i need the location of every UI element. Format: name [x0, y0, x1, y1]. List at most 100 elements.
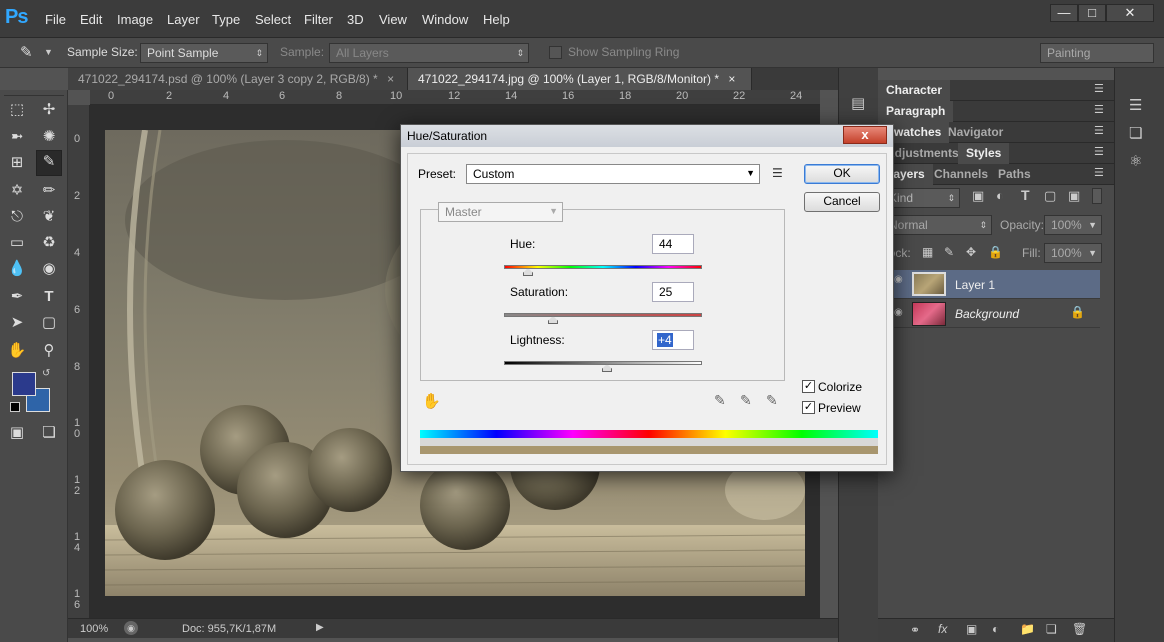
workspace-select[interactable]: Painting [1040, 43, 1154, 63]
toolbox-grip[interactable] [4, 90, 64, 96]
eyedropper-plus-icon[interactable]: ✎ [740, 392, 752, 409]
lightness-slider-track[interactable] [504, 361, 702, 365]
marquee-icon[interactable]: ⬚ [6, 99, 28, 121]
quick-mask-icon[interactable]: ▣ [6, 422, 28, 444]
magic-wand-icon[interactable]: ✺ [38, 126, 60, 148]
close-icon[interactable]: × [728, 72, 735, 86]
maximize-button[interactable]: □ [1078, 4, 1106, 22]
eyedropper-icon[interactable]: ✎ [20, 43, 33, 61]
sampling-ring-checkbox[interactable] [549, 46, 562, 59]
hand-icon[interactable]: ✋ [6, 340, 28, 362]
sample-select[interactable]: All Layers ⇕ [329, 43, 529, 63]
eyedropper-icon[interactable]: ✎ [714, 392, 726, 409]
menu-layer[interactable]: Layer [167, 12, 200, 27]
close-icon[interactable]: × [387, 72, 394, 86]
panel-menu-icon[interactable]: ☰ [1094, 124, 1104, 137]
filter-type-icon[interactable]: T [1021, 187, 1030, 203]
zoom-icon[interactable]: ⚲ [38, 340, 60, 362]
pen-icon[interactable]: ✒ [6, 286, 28, 308]
lock-position-icon[interactable]: ✥ [966, 245, 976, 259]
menu-help[interactable]: Help [483, 12, 510, 27]
add-mask-icon[interactable]: ▣ [966, 622, 977, 636]
lock-transparent-icon[interactable]: ▦ [922, 245, 933, 259]
preset-options-icon[interactable]: ☰ [772, 166, 783, 180]
eyedropper-minus-icon[interactable]: ✎ [766, 392, 778, 409]
new-layer-icon[interactable]: ❏ [1046, 622, 1057, 636]
lasso-icon[interactable]: ➼ [6, 126, 28, 148]
cancel-button[interactable]: Cancel [804, 192, 880, 212]
menu-filter[interactable]: Filter [304, 12, 333, 27]
trash-icon[interactable]: 🗑 [1072, 622, 1087, 636]
panel-menu-icon[interactable]: ☰ [1094, 166, 1104, 179]
adjust-sliders-icon[interactable]: ☰ [1129, 96, 1142, 114]
fill-field[interactable]: 100% ▼ [1044, 243, 1102, 263]
tab-navigator[interactable]: Navigator [940, 122, 1011, 143]
preset-select[interactable]: Custom ▼ [466, 164, 760, 184]
saturation-field[interactable]: 25 [652, 282, 694, 302]
tab-psd[interactable]: 471022_294174.psd @ 100% (Layer 3 copy 2… [68, 68, 408, 90]
link-layers-icon[interactable]: ⚭ [910, 623, 920, 637]
type-icon[interactable]: T [38, 286, 60, 308]
blend-mode-select[interactable]: Normal ⇕ [882, 215, 992, 235]
dodge-icon[interactable]: ◉ [38, 258, 60, 280]
lightness-field[interactable]: +4 [652, 330, 694, 350]
filter-adjustment-icon[interactable]: ◐ [996, 188, 1004, 203]
panel-menu-icon[interactable]: ☰ [1094, 82, 1104, 95]
menu-select[interactable]: Select [255, 12, 291, 27]
history-panel-icon[interactable]: ▤ [851, 94, 865, 112]
colorize-checkbox[interactable]: ✓ [802, 380, 815, 393]
tab-styles[interactable]: Styles [958, 143, 1010, 164]
menu-view[interactable]: View [379, 12, 407, 27]
tab-channels[interactable]: Channels [926, 164, 996, 185]
visibility-icon[interactable]: ◉ [894, 274, 903, 285]
opacity-field[interactable]: 100% ▼ [1044, 215, 1102, 235]
minimize-button[interactable]: — [1050, 4, 1078, 22]
move-icon[interactable]: ✢ [38, 99, 60, 121]
healing-icon[interactable]: ✡ [6, 180, 28, 202]
path-select-icon[interactable]: ➤ [6, 312, 28, 334]
dialog-close-button[interactable]: x [843, 126, 887, 144]
fx-icon[interactable]: fx [938, 622, 947, 636]
filter-shape-icon[interactable]: ▢ [1044, 188, 1056, 204]
screen-mode-icon[interactable]: ❏ [38, 422, 60, 444]
chevron-down-icon[interactable]: ▼ [44, 47, 53, 57]
tab-paragraph[interactable]: Paragraph [878, 101, 954, 122]
default-colors-icon[interactable] [10, 402, 20, 412]
new-group-icon[interactable]: 📁 [1020, 622, 1035, 636]
eraser-icon[interactable]: ▭ [6, 232, 28, 254]
blur-icon[interactable]: 💧 [6, 258, 28, 280]
menu-edit[interactable]: Edit [80, 12, 102, 27]
on-image-adjust-icon[interactable]: ✋ [422, 392, 441, 410]
eyedropper-tool-icon[interactable]: ✎ [36, 150, 62, 176]
panel-menu-icon[interactable]: ☰ [1094, 145, 1104, 158]
zoom-level[interactable]: 100% [80, 623, 108, 635]
layer-row-layer1[interactable]: ◉ Layer 1 [878, 270, 1100, 299]
stamp-icon[interactable]: ⎋ [6, 206, 28, 228]
panel-menu-icon[interactable]: ☰ [1094, 103, 1104, 116]
preview-checkbox[interactable]: ✓ [802, 401, 815, 414]
filter-smart-object-icon[interactable]: ▣ [1068, 188, 1080, 204]
brush-icon[interactable]: ✏ [38, 180, 60, 202]
ok-button[interactable]: OK [804, 164, 880, 184]
crop-icon[interactable]: ⊞ [6, 152, 28, 174]
tab-character[interactable]: Character [878, 80, 951, 101]
bucket-icon[interactable]: ♻ [38, 232, 60, 254]
filter-toggle[interactable] [1092, 188, 1102, 204]
tab-paths[interactable]: Paths [990, 164, 1039, 185]
menu-image[interactable]: Image [117, 12, 153, 27]
lock-pixels-icon[interactable]: ✎ [944, 245, 954, 259]
swap-colors-icon[interactable]: ↺ [42, 368, 50, 379]
close-window-button[interactable]: ✕ [1106, 4, 1154, 22]
status-info-icon[interactable]: ◉ [124, 621, 138, 635]
visibility-icon[interactable]: ◉ [894, 307, 903, 318]
menu-3d[interactable]: 3D [347, 12, 364, 27]
menu-type[interactable]: Type [212, 12, 240, 27]
menu-window[interactable]: Window [422, 12, 468, 27]
adjustment-layer-icon[interactable]: ◐ [992, 622, 999, 636]
status-menu-arrow-icon[interactable]: ▶ [316, 622, 324, 633]
hue-slider-track[interactable] [504, 265, 702, 269]
history-brush-icon[interactable]: ❦ [38, 206, 60, 228]
foreground-color-swatch[interactable] [12, 372, 36, 396]
layers-icon[interactable]: ❏ [1129, 124, 1142, 142]
styles-icon[interactable]: ⚛ [1129, 152, 1142, 170]
